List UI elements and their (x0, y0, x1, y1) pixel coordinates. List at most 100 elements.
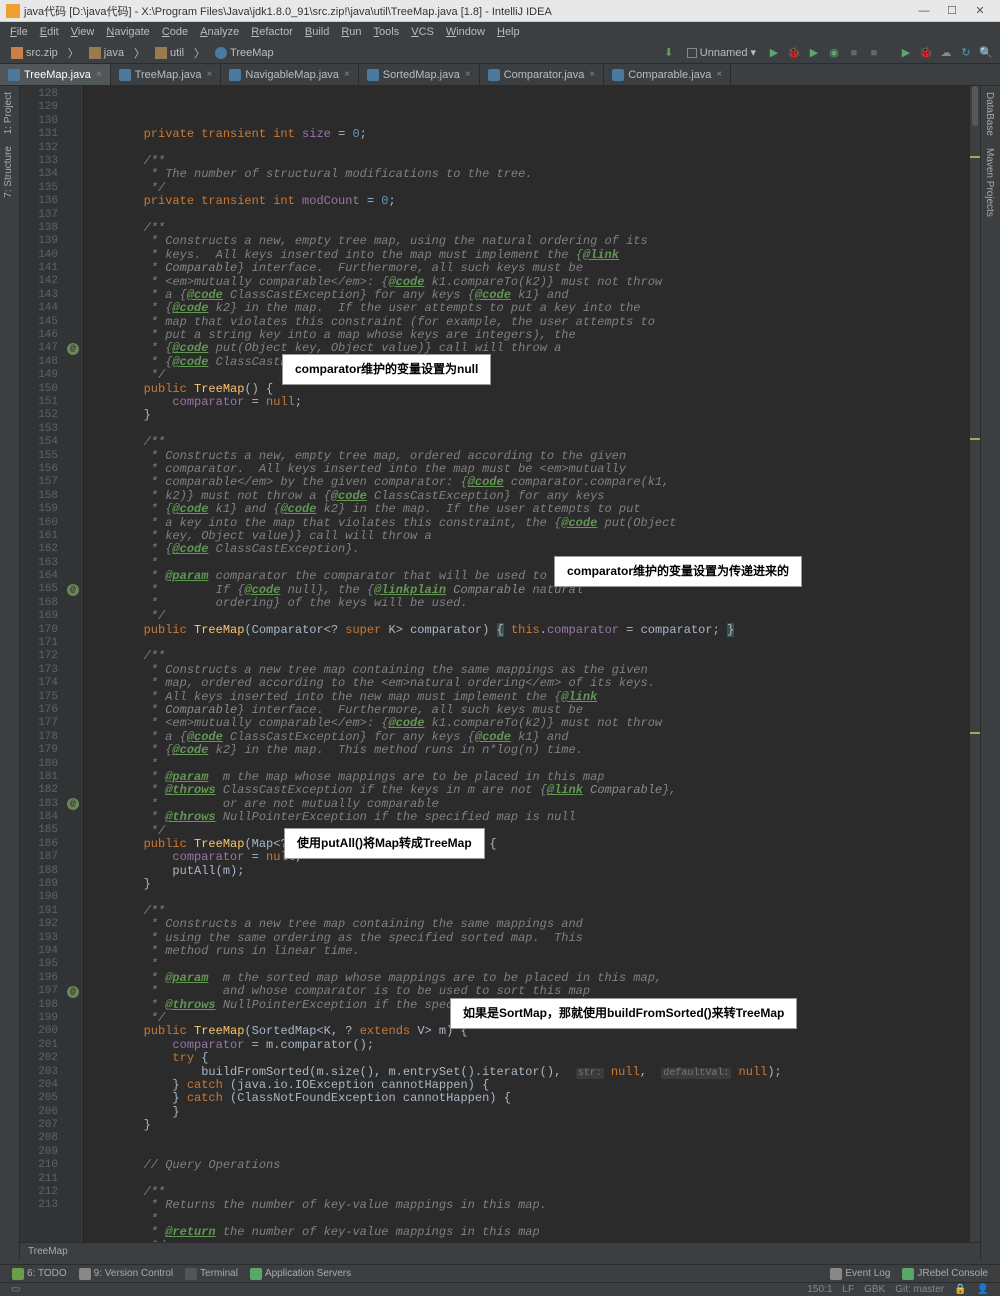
code-line[interactable]: */ (86, 369, 976, 382)
status-hide-icon[interactable]: ▭ (6, 1284, 25, 1295)
code-line[interactable]: * Constructs a new, empty tree map, usin… (86, 235, 976, 248)
code-line[interactable]: public TreeMap(Map<? extends K, ? extend… (86, 838, 976, 851)
status-caret-pos[interactable]: 150:1 (802, 1284, 837, 1295)
code-line[interactable] (86, 891, 976, 904)
code-line[interactable]: /** (86, 905, 976, 918)
tool-event-log[interactable]: Event Log (824, 1268, 896, 1280)
tab-treemap-java[interactable]: TreeMap.java× (0, 64, 111, 85)
code-line[interactable]: } (86, 409, 976, 422)
code-line[interactable]: } catch (ClassNotFoundException cannotHa… (86, 1092, 976, 1105)
code-line[interactable]: * k2)} must not throw a {@code ClassCast… (86, 490, 976, 503)
tab-treemap-java[interactable]: TreeMap.java× (111, 64, 222, 85)
menu-file[interactable]: File (4, 26, 34, 38)
tool-vcs[interactable]: 9: Version Control (73, 1268, 180, 1280)
code-line[interactable]: * key, Object value)} call will throw a (86, 530, 976, 543)
code-line[interactable]: * method runs in linear time. (86, 945, 976, 958)
update-icon[interactable]: ↻ (958, 45, 974, 61)
code-line[interactable]: * All keys inserted into the new map mus… (86, 691, 976, 704)
editor[interactable]: 1281291301311321331341351361371381391401… (20, 86, 980, 1260)
scrollbar-thumb[interactable] (972, 86, 978, 126)
code-line[interactable] (86, 1133, 976, 1146)
menu-window[interactable]: Window (440, 26, 491, 38)
code-line[interactable]: * comparable</em> by the given comparato… (86, 476, 976, 489)
code-line[interactable]: private transient int size = 0; (86, 128, 976, 141)
menu-edit[interactable]: Edit (34, 26, 65, 38)
code-line[interactable] (86, 637, 976, 650)
code-line[interactable]: * a {@code ClassCastException} for any k… (86, 289, 976, 302)
menu-build[interactable]: Build (299, 26, 335, 38)
code-line[interactable]: buildFromSorted(m.size(), m.entrySet().i… (86, 1066, 976, 1079)
code-line[interactable]: /** (86, 650, 976, 663)
tool-terminal[interactable]: Terminal (179, 1268, 244, 1280)
stop-icon[interactable]: ■ (846, 45, 862, 61)
code-line[interactable]: public TreeMap(Comparator<? super K> com… (86, 624, 976, 637)
code-line[interactable]: public TreeMap() { (86, 383, 976, 396)
menu-help[interactable]: Help (491, 26, 526, 38)
code-line[interactable]: * keys. All keys inserted into the map m… (86, 249, 976, 262)
close-icon[interactable]: × (589, 69, 595, 80)
maximize-button[interactable]: ☐ (938, 4, 966, 17)
code-line[interactable]: /** (86, 436, 976, 449)
code-line[interactable]: * @param m the map whose mappings are to… (86, 771, 976, 784)
nav-pkg2[interactable]: util (150, 47, 189, 59)
code-line[interactable]: * <em>mutually comparable</em>: {@code k… (86, 717, 976, 730)
run-config-selector[interactable]: Unnamed ▾ (681, 46, 762, 59)
code-line[interactable]: * (86, 1213, 976, 1226)
code-line[interactable]: * @param comparator the comparator that … (86, 570, 976, 583)
menu-view[interactable]: View (65, 26, 101, 38)
code-line[interactable]: } catch (java.io.IOException cannotHappe… (86, 1079, 976, 1092)
code-line[interactable]: private transient int modCount = 0; (86, 195, 976, 208)
code-line[interactable]: * Constructs a new tree map containing t… (86, 918, 976, 931)
tab-comparable-java[interactable]: Comparable.java× (604, 64, 731, 85)
tab-comparator-java[interactable]: Comparator.java× (480, 64, 605, 85)
code-line[interactable]: */ (86, 610, 976, 623)
status-git[interactable]: Git: master (890, 1284, 949, 1295)
code-line[interactable] (86, 1146, 976, 1159)
menu-navigate[interactable]: Navigate (100, 26, 155, 38)
minimize-button[interactable]: — (910, 5, 938, 17)
breadcrumb-item[interactable]: TreeMap (28, 1246, 68, 1257)
code-line[interactable]: * Comparable} interface. Furthermore, al… (86, 704, 976, 717)
code-line[interactable] (86, 142, 976, 155)
code-line[interactable]: * map that violates this constraint (for… (86, 316, 976, 329)
jrebel-debug-icon[interactable]: 🐞 (918, 45, 934, 61)
code-line[interactable]: */ (86, 825, 976, 838)
search-icon[interactable]: 🔍 (978, 45, 994, 61)
gutter-method-marker[interactable]: @ (67, 986, 79, 998)
menu-tools[interactable]: Tools (368, 26, 406, 38)
menu-analyze[interactable]: Analyze (194, 26, 245, 38)
status-lock-icon[interactable]: 🔒 (949, 1284, 971, 1295)
profile-icon[interactable]: ◉ (826, 45, 842, 61)
gutter-method-marker[interactable]: @ (67, 343, 79, 355)
close-icon[interactable]: × (465, 69, 471, 80)
code-line[interactable] (86, 1173, 976, 1186)
code-line[interactable]: * ordering} of the keys will be used. (86, 597, 976, 610)
close-icon[interactable]: × (207, 69, 213, 80)
tool-jrebel-console[interactable]: JRebel Console (896, 1268, 994, 1280)
code-line[interactable]: * Constructs a new tree map containing t… (86, 664, 976, 677)
gutter-method-marker[interactable]: @ (67, 584, 79, 596)
nav-class[interactable]: TreeMap (210, 47, 279, 59)
code-line[interactable]: * a {@code ClassCastException} for any k… (86, 731, 976, 744)
code-line[interactable]: /** (86, 222, 976, 235)
code-line[interactable]: comparator = null; (86, 851, 976, 864)
build-icon[interactable]: ⬇ (661, 45, 677, 61)
code-line[interactable]: * {@code k2} in the map. If the user att… (86, 302, 976, 315)
code-line[interactable]: * {@code ClassCastException}. (86, 356, 976, 369)
code-line[interactable]: * @return the number of key-value mappin… (86, 1226, 976, 1239)
code-line[interactable]: putAll(m); (86, 865, 976, 878)
vertical-scrollbar[interactable] (970, 86, 980, 1260)
code-line[interactable]: * {@code ClassCastException}. (86, 543, 976, 556)
code-area[interactable]: private transient int size = 0; /** * Th… (82, 86, 980, 1260)
code-line[interactable]: * a key into the map that violates this … (86, 517, 976, 530)
code-line[interactable]: // Query Operations (86, 1159, 976, 1172)
breadcrumb[interactable]: TreeMap (20, 1242, 980, 1260)
code-line[interactable]: * Returns the number of key-value mappin… (86, 1199, 976, 1212)
tab-sortedmap-java[interactable]: SortedMap.java× (359, 64, 480, 85)
code-line[interactable]: } (86, 1119, 976, 1132)
menu-run[interactable]: Run (335, 26, 367, 38)
status-encoding[interactable]: GBK (859, 1284, 890, 1295)
cloud-icon[interactable]: ☁ (938, 45, 954, 61)
gutter-method-marker[interactable]: @ (67, 798, 79, 810)
code-line[interactable]: * (86, 758, 976, 771)
